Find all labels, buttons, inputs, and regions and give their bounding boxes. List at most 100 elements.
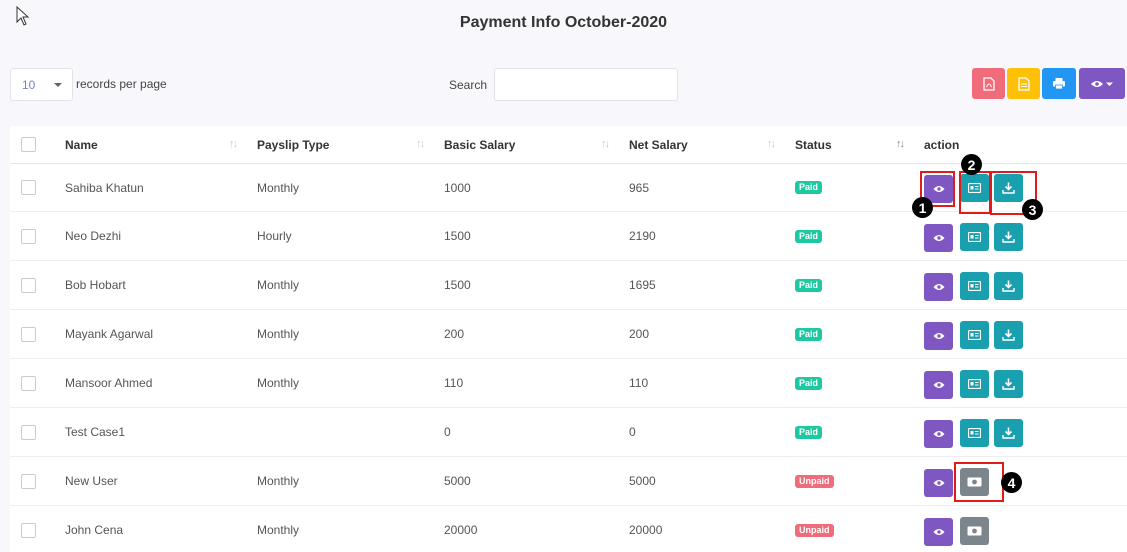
view-button[interactable] <box>924 321 953 350</box>
download-button[interactable] <box>994 320 1023 349</box>
sort-icon[interactable]: ↑↓ <box>416 138 425 150</box>
row-select-cell <box>21 408 36 456</box>
payslip-button[interactable] <box>960 320 989 349</box>
cell-name: John Cena <box>65 523 124 537</box>
select-all-checkbox[interactable] <box>21 137 36 152</box>
payslip-button[interactable] <box>960 271 989 300</box>
records-per-page-select[interactable]: 10 <box>10 68 73 101</box>
cell-status: Unpaid <box>795 457 834 505</box>
cell-net-salary: 200 <box>629 327 650 341</box>
status-badge: Paid <box>795 376 823 390</box>
cell-basic-salary: 1000 <box>444 180 471 195</box>
cell-net-salary: 1695 <box>629 278 656 292</box>
cell-status: Paid <box>795 212 823 260</box>
sort-icon[interactable]: ↑↓ <box>601 138 610 150</box>
cell-basic-salary: 1500 <box>444 229 471 243</box>
print-icon <box>1053 78 1065 90</box>
row-select-cell <box>21 164 36 211</box>
row-select-cell <box>21 359 36 407</box>
download-button[interactable] <box>994 418 1023 447</box>
table-row: John Cena Monthly 20000 20000 Unpaid <box>10 506 1127 552</box>
print-button[interactable] <box>1042 68 1076 99</box>
cell-basic-salary: 0 <box>444 425 451 439</box>
status-badge: Paid <box>795 327 823 341</box>
view-button[interactable] <box>924 272 953 301</box>
column-header-name[interactable]: Name <box>65 126 98 163</box>
cell-payslip-type: Monthly <box>257 327 300 341</box>
row-select-cell <box>21 310 36 358</box>
payslip-button[interactable] <box>960 222 989 251</box>
status-badge: Paid <box>795 229 823 243</box>
row-checkbox[interactable] <box>21 375 36 391</box>
highlight-box <box>954 462 1004 502</box>
select-all-cell <box>21 126 36 163</box>
row-checkbox[interactable] <box>21 424 36 440</box>
search-input[interactable] <box>494 68 679 101</box>
row-checkbox[interactable] <box>21 277 36 293</box>
row-select-cell <box>21 457 36 505</box>
export-toolbar <box>972 68 1125 99</box>
column-header-net-salary[interactable]: Net Salary <box>629 126 688 163</box>
column-header-basic-salary[interactable]: Basic Salary <box>444 126 515 163</box>
status-badge: Unpaid <box>795 523 834 537</box>
row-checkbox[interactable] <box>21 522 36 538</box>
payslip-icon <box>968 231 981 242</box>
sort-icon[interactable]: ↑↓ <box>767 138 776 150</box>
chevron-down-icon <box>54 83 62 87</box>
table-header: Name ↑↓ Payslip Type ↑↓ Basic Salary ↑↓ … <box>10 126 1127 164</box>
payslip-icon <box>968 329 981 340</box>
column-header-action: action <box>924 137 960 152</box>
payslip-button[interactable] <box>960 418 989 447</box>
view-button[interactable] <box>924 370 953 399</box>
cell-payslip-type: Monthly <box>257 278 300 292</box>
view-button[interactable] <box>924 468 953 497</box>
view-button[interactable] <box>924 419 953 448</box>
payslip-button[interactable] <box>960 369 989 398</box>
cell-payslip-type: Hourly <box>257 229 292 243</box>
table-row: Mayank Agarwal Monthly 200 200 Paid <box>10 310 1127 359</box>
export-csv-button[interactable] <box>1007 68 1040 99</box>
column-header-status[interactable]: Status <box>795 126 832 163</box>
status-badge: Paid <box>795 278 823 292</box>
sort-desc-icon[interactable]: ↑↓ <box>896 138 905 150</box>
cell-status: Paid <box>795 359 823 407</box>
view-button[interactable] <box>924 223 953 252</box>
search-label: Search <box>449 77 488 92</box>
table-row: Test Case1 0 0 Paid <box>10 408 1127 457</box>
download-button[interactable] <box>994 222 1023 251</box>
records-per-page: 10 records per page <box>10 68 167 101</box>
column-header-payslip-type[interactable]: Payslip Type <box>257 126 329 163</box>
row-checkbox[interactable] <box>21 326 36 342</box>
sort-icon[interactable]: ↑↓ <box>229 138 238 150</box>
payslip-icon <box>968 427 981 438</box>
eye-icon <box>933 381 944 388</box>
download-icon <box>1002 280 1015 292</box>
status-badge: Unpaid <box>795 474 834 488</box>
pdf-icon <box>982 76 995 91</box>
export-pdf-button[interactable] <box>972 68 1005 99</box>
row-checkbox[interactable] <box>21 180 36 195</box>
row-checkbox[interactable] <box>21 228 36 244</box>
download-button[interactable] <box>994 271 1023 300</box>
cell-basic-salary: 110 <box>444 376 464 390</box>
status-badge: Paid <box>795 181 823 194</box>
cell-net-salary: 110 <box>629 376 649 390</box>
row-select-cell <box>21 212 36 260</box>
view-button[interactable] <box>924 517 953 546</box>
cell-payslip-type: Monthly <box>257 180 300 195</box>
download-button[interactable] <box>994 369 1023 398</box>
status-badge: Paid <box>795 425 823 439</box>
column-visibility-button[interactable] <box>1079 68 1125 99</box>
cell-name: New User <box>65 474 118 488</box>
cell-name: Mansoor Ahmed <box>65 376 153 390</box>
table-row: Mansoor Ahmed Monthly 110 110 Paid <box>10 359 1127 408</box>
row-select-cell <box>21 506 36 552</box>
records-per-page-value: 10 <box>22 77 36 92</box>
highlight-box <box>959 171 991 214</box>
cell-basic-salary: 200 <box>444 327 465 341</box>
cell-net-salary: 0 <box>629 425 636 439</box>
row-checkbox[interactable] <box>21 473 36 489</box>
table-row: Bob Hobart Monthly 1500 1695 Paid <box>10 261 1127 310</box>
make-payment-button[interactable] <box>960 516 989 545</box>
download-icon <box>1002 378 1015 390</box>
